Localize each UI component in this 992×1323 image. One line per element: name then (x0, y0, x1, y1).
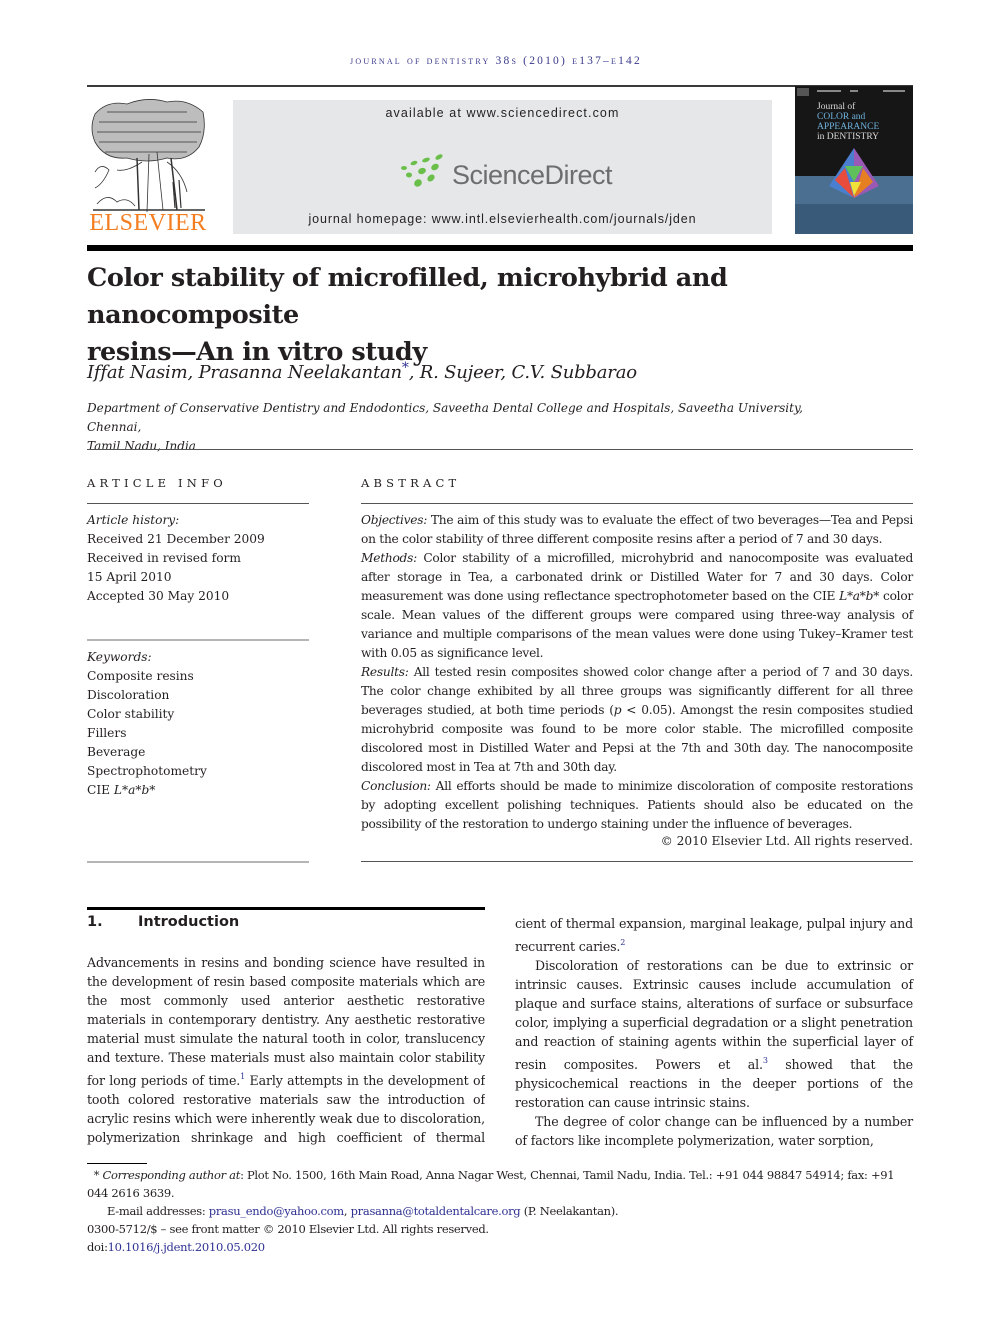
email-label: E-mail addresses: (107, 1204, 209, 1218)
corresponding-author-note: * Corresponding author at: Plot No. 1500… (87, 1166, 913, 1202)
article-title: Color stability of microfilled, microhyb… (87, 260, 927, 371)
keywords: Keywords: Composite resins Discoloration… (87, 648, 309, 800)
article-info-end-rule (87, 861, 309, 863)
article-history: Article history: Received 21 December 20… (87, 511, 309, 606)
sciencedirect-available-link[interactable]: available at www.sciencedirect.com (233, 106, 772, 120)
abstract-heading: ABSTRACT (361, 476, 461, 490)
abstract-text: Color stability of a microfilled, microh… (361, 551, 913, 603)
history-item: Accepted 30 May 2010 (87, 589, 230, 603)
abstract-label: Results: (361, 665, 409, 679)
article-title-line: Color stability of microfilled, microhyb… (87, 263, 728, 330)
email-note: E-mail addresses: prasu_endo@yahoo.com, … (87, 1202, 913, 1220)
cover-title-line: COLOR and (817, 112, 866, 122)
doi-label: doi: (87, 1240, 108, 1254)
abstract-rule (361, 503, 913, 504)
email-link[interactable]: prasu_endo@yahoo.com (209, 1204, 344, 1218)
keyword-text: L*a*b* (113, 783, 156, 797)
abstract-body: Objectives: The aim of this study was to… (361, 511, 913, 834)
elsevier-wordmark: ELSEVIER (89, 210, 207, 236)
history-item: Received 21 December 2009 (87, 532, 265, 546)
corresponding-author-marker[interactable]: * (402, 360, 409, 376)
abstract-objectives: Objectives: The aim of this study was to… (361, 511, 913, 549)
cover-title: Journal of COLOR and APPEARANCE in DENTI… (817, 102, 879, 142)
keyword-item: Color stability (87, 707, 175, 721)
history-item: Received in revised form (87, 551, 241, 565)
footnote-label: Corresponding author at (102, 1168, 241, 1182)
keyword-item: Beverage (87, 745, 146, 759)
article-info-heading: ARTICLE INFO (87, 476, 227, 490)
header-rule (87, 245, 913, 251)
section-title: Introduction (138, 914, 240, 930)
cover-title-line: Journal of (817, 102, 856, 112)
abstract-results: Results: All tested resin composites sho… (361, 663, 913, 777)
history-label: Article history: (87, 513, 180, 527)
cover-header-icon (797, 88, 905, 96)
authors-text: , R. Sujeer, C.V. Subbarao (408, 362, 637, 383)
abstract-text: All efforts should be made to minimize d… (361, 779, 913, 831)
keywords-rule (87, 639, 309, 641)
journal-homepage-link[interactable]: journal homepage: www.intl.elsevierhealt… (233, 212, 772, 226)
abstract-label: Objectives: (361, 513, 428, 527)
running-head: journal of dentistry 38s (2010) e137–e14… (350, 55, 642, 67)
keyword-item: Fillers (87, 726, 127, 740)
body-column-left: Advancements in resins and bonding scien… (87, 953, 485, 1145)
body-column-right: cient of thermal expansion, marginal lea… (515, 914, 913, 1150)
history-item: 15 April 2010 (87, 570, 172, 584)
cover-title-line: APPEARANCE (817, 122, 880, 132)
keyword-item: Composite resins (87, 669, 194, 683)
section-number: 1. (87, 914, 103, 930)
author-list: Iffat Nasim, Prasanna Neelakantan*, R. S… (87, 360, 637, 383)
doi-note: doi:10.1016/j.jdent.2010.05.020 (87, 1238, 913, 1256)
abstract-label: Methods: (361, 551, 417, 565)
sciencedirect-wordmark: ScienceDirect (452, 160, 613, 190)
paragraph: The degree of color change can be influe… (515, 1114, 913, 1148)
paragraph-text: Advancements in resins and bonding scien… (87, 955, 485, 1088)
top-rule (87, 85, 913, 87)
email-link[interactable]: prasanna@totaldentalcare.org (351, 1204, 521, 1218)
abstract-text: The aim of this study was to evaluate th… (361, 513, 913, 546)
keyword-item: CIE L*a*b* (87, 781, 309, 800)
keyword-item: Spectrophotometry (87, 764, 207, 778)
paragraph: Advancements in resins and bonding scien… (87, 953, 485, 1145)
separator: , (343, 1204, 351, 1218)
journal-cover-image: Journal of COLOR and APPEARANCE in DENTI… (795, 86, 913, 234)
paragraph: Discoloration of restorations can be due… (515, 956, 913, 1112)
cover-pyramid-icon (795, 148, 913, 206)
introduction-heading: 1. Introduction (87, 914, 239, 930)
affiliation: Department of Conservative Dentistry and… (87, 399, 847, 456)
email-owner: (P. Neelakantan). (520, 1204, 619, 1218)
authors-text: Iffat Nasim, Prasanna Neelakantan (87, 362, 402, 383)
front-matter-note: 0300-5712/$ – see front matter © 2010 El… (87, 1222, 489, 1236)
footnotes: * Corresponding author at: Plot No. 1500… (87, 1166, 913, 1256)
reference-link[interactable]: 2 (620, 938, 625, 947)
footnote-marker: * (93, 1168, 100, 1182)
affiliation-line: Department of Conservative Dentistry and… (87, 401, 803, 434)
abstract-conclusion: Conclusion: All efforts should be made t… (361, 777, 913, 834)
section-divider (87, 449, 913, 450)
cover-footer (795, 204, 913, 234)
keywords-label: Keywords: (87, 650, 152, 664)
introduction-rule (87, 907, 485, 910)
abstract-end-rule (361, 861, 913, 862)
paragraph: cient of thermal expansion, marginal lea… (515, 916, 913, 954)
affiliation-line: Tamil Nadu, India (87, 439, 196, 453)
keyword-item: Discoloration (87, 688, 170, 702)
abstract-text: L*a*b* (839, 589, 880, 603)
article-info-rule (87, 503, 309, 504)
abstract-copyright: © 2010 Elsevier Ltd. All rights reserved… (660, 834, 913, 848)
paragraph-text: Discoloration of restorations can be due… (515, 958, 913, 1072)
abstract-label: Conclusion: (361, 779, 431, 793)
cover-title-line: in DENTISTRY (817, 132, 880, 142)
keyword-text: CIE (87, 783, 114, 797)
doi-link[interactable]: 10.1016/j.jdent.2010.05.020 (108, 1240, 265, 1254)
footnote-rule (87, 1163, 147, 1164)
abstract-methods: Methods: Color stability of a microfille… (361, 549, 913, 663)
